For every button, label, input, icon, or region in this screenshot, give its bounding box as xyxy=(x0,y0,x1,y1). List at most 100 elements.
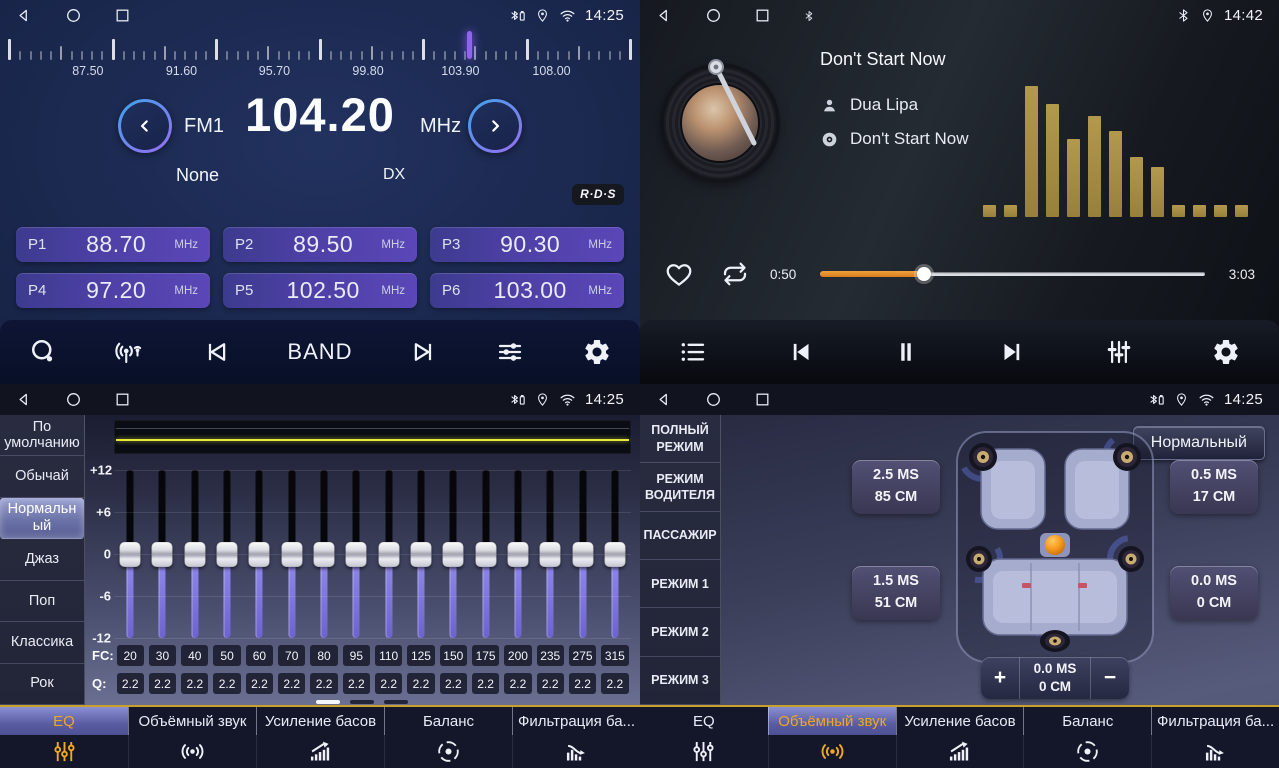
q-value-box[interactable]: 2.2 xyxy=(117,673,144,694)
tab-bass-boost[interactable]: Усиление басов xyxy=(256,707,384,768)
q-value-box[interactable]: 2.2 xyxy=(440,673,467,694)
equalizer-icon[interactable] xyxy=(495,337,525,367)
nav-back-icon[interactable] xyxy=(656,391,673,408)
repeat-icon[interactable] xyxy=(720,259,750,289)
delay-rear-left[interactable]: 1.5 MS 51 СМ xyxy=(852,566,940,620)
q-value-box[interactable]: 2.2 xyxy=(601,673,628,694)
next-track-icon[interactable] xyxy=(998,337,1028,367)
nav-back-icon[interactable] xyxy=(16,7,33,24)
q-value-box[interactable]: 2.2 xyxy=(310,673,337,694)
q-value-box[interactable]: 2.2 xyxy=(472,673,499,694)
next-station-icon[interactable] xyxy=(409,337,439,367)
eq-preset-item[interactable]: Классика xyxy=(0,622,84,663)
q-value-box[interactable]: 2.2 xyxy=(375,673,402,694)
settings-gear-icon[interactable] xyxy=(582,337,612,367)
listener-position-dot[interactable] xyxy=(1045,535,1065,555)
fc-value-box[interactable]: 50 xyxy=(213,645,240,666)
fc-value-box[interactable]: 275 xyxy=(569,645,596,666)
eq-preset-item[interactable]: По умолчанию xyxy=(0,415,84,456)
preset-button-p3[interactable]: P390.30MHz xyxy=(430,227,624,262)
listening-mode-item[interactable]: РЕЖИМ 1 xyxy=(640,560,720,608)
pause-icon[interactable] xyxy=(891,337,921,367)
fc-value-box[interactable]: 30 xyxy=(149,645,176,666)
tab-eq[interactable]: EQ xyxy=(640,707,768,768)
listening-mode-item[interactable]: РЕЖИМ ВОДИТЕЛЯ xyxy=(640,463,720,511)
tab-bass-boost[interactable]: Усиление басов xyxy=(896,707,1024,768)
seek-up-button[interactable] xyxy=(468,99,522,153)
fc-value-box[interactable]: 200 xyxy=(504,645,531,666)
nav-recents-icon[interactable] xyxy=(754,391,771,408)
eq-preset-item[interactable]: Рок xyxy=(0,664,84,705)
delay-front-right[interactable]: 0.5 MS 17 СМ xyxy=(1170,460,1258,514)
tab-balance[interactable]: Баланс xyxy=(384,707,512,768)
listening-mode-item[interactable]: РЕЖИМ 3 xyxy=(640,657,720,705)
previous-track-icon[interactable] xyxy=(785,337,815,367)
nav-back-icon[interactable] xyxy=(656,7,673,24)
fc-value-box[interactable]: 20 xyxy=(117,645,144,666)
preset-button-p2[interactable]: P289.50MHz xyxy=(223,227,417,262)
nav-home-icon[interactable] xyxy=(705,7,722,24)
q-value-box[interactable]: 2.2 xyxy=(343,673,370,694)
q-value-box[interactable]: 2.2 xyxy=(569,673,596,694)
q-value-box[interactable]: 2.2 xyxy=(537,673,564,694)
eq-preset-item[interactable]: Джаз xyxy=(0,539,84,580)
eq-preset-item[interactable]: Нормальный xyxy=(0,498,84,539)
decrease-delay-button[interactable]: − xyxy=(1091,657,1129,699)
seek-thumb[interactable] xyxy=(917,267,931,281)
equalizer-icon[interactable] xyxy=(1104,337,1134,367)
tab-surround-sound[interactable]: Объёмный звук xyxy=(768,707,896,768)
nav-home-icon[interactable] xyxy=(705,391,722,408)
broadcast-icon[interactable] xyxy=(115,337,145,367)
tab-crossover[interactable]: Фильтрация ба... xyxy=(1151,707,1279,768)
fc-value-box[interactable]: 70 xyxy=(278,645,305,666)
fc-value-box[interactable]: 125 xyxy=(407,645,434,666)
q-value-box[interactable]: 2.2 xyxy=(246,673,273,694)
preset-button-p6[interactable]: P6103.00MHz xyxy=(430,273,624,308)
preset-button-p5[interactable]: P5102.50MHz xyxy=(223,273,417,308)
fc-value-box[interactable]: 80 xyxy=(310,645,337,666)
q-value-box[interactable]: 2.2 xyxy=(278,673,305,694)
settings-gear-icon[interactable] xyxy=(1211,337,1241,367)
preset-button-p1[interactable]: P188.70MHz xyxy=(16,227,210,262)
frequency-ruler[interactable]: 87.5091.6095.7099.80103.90108.00 xyxy=(8,34,632,82)
nav-recents-icon[interactable] xyxy=(114,7,131,24)
nav-recents-icon[interactable] xyxy=(114,391,131,408)
delay-front-left[interactable]: 2.5 MS 85 СМ xyxy=(852,460,940,514)
fc-value-box[interactable]: 315 xyxy=(601,645,628,666)
favorite-heart-icon[interactable] xyxy=(664,259,694,289)
scan-search-icon[interactable] xyxy=(28,337,58,367)
preset-button-p4[interactable]: P497.20MHz xyxy=(16,273,210,308)
nav-recents-icon[interactable] xyxy=(754,7,771,24)
fc-value-box[interactable]: 40 xyxy=(181,645,208,666)
tab-eq[interactable]: EQ xyxy=(0,707,128,768)
q-value-box[interactable]: 2.2 xyxy=(149,673,176,694)
fc-value-box[interactable]: 95 xyxy=(343,645,370,666)
playlist-icon[interactable] xyxy=(678,337,708,367)
tab-balance[interactable]: Баланс xyxy=(1023,707,1151,768)
previous-station-icon[interactable] xyxy=(201,337,231,367)
listening-mode-item[interactable]: ПАССАЖИР xyxy=(640,512,720,560)
tab-surround-sound[interactable]: Объёмный звук xyxy=(128,707,256,768)
delay-rear-right[interactable]: 0.0 MS 0 СМ xyxy=(1170,566,1258,620)
nav-back-icon[interactable] xyxy=(16,391,33,408)
q-value-box[interactable]: 2.2 xyxy=(181,673,208,694)
fc-value-box[interactable]: 235 xyxy=(537,645,564,666)
q-value-box[interactable]: 2.2 xyxy=(213,673,240,694)
seek-down-button[interactable] xyxy=(118,99,172,153)
band-button[interactable]: BAND xyxy=(287,339,352,365)
fc-value-box[interactable]: 150 xyxy=(440,645,467,666)
increase-delay-button[interactable]: + xyxy=(981,657,1019,699)
listening-mode-item[interactable]: ПОЛНЫЙ РЕЖИМ xyxy=(640,415,720,463)
listening-mode-item[interactable]: РЕЖИМ 2 xyxy=(640,608,720,656)
eq-preset-item[interactable]: Обычай xyxy=(0,456,84,497)
fc-value-box[interactable]: 175 xyxy=(472,645,499,666)
nav-home-icon[interactable] xyxy=(65,7,82,24)
seek-slider[interactable] xyxy=(820,266,1205,282)
q-value-box[interactable]: 2.2 xyxy=(504,673,531,694)
q-value-box[interactable]: 2.2 xyxy=(407,673,434,694)
tab-crossover[interactable]: Фильтрация ба... xyxy=(512,707,640,768)
fc-value-box[interactable]: 110 xyxy=(375,645,402,666)
eq-preset-item[interactable]: Поп xyxy=(0,581,84,622)
fc-value-box[interactable]: 60 xyxy=(246,645,273,666)
nav-home-icon[interactable] xyxy=(65,391,82,408)
